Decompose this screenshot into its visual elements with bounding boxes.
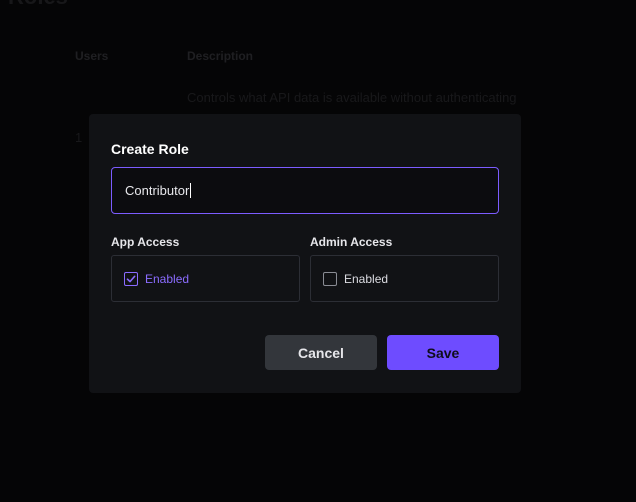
app-access-enabled-label: Enabled xyxy=(145,271,190,286)
admin-access-enabled-label: Enabled xyxy=(344,271,389,286)
admin-access-option[interactable]: Enabled xyxy=(310,255,499,302)
cancel-button[interactable]: Cancel xyxy=(265,335,377,370)
app-access-checkbox[interactable] xyxy=(124,271,138,286)
admin-access-label: Admin Access xyxy=(310,235,393,249)
role-name-value: Contributor xyxy=(125,183,190,198)
role-name-input[interactable]: Contributor xyxy=(111,167,499,214)
app-access-label: App Access xyxy=(111,235,180,249)
create-role-modal: Create Role Contributor App Access Enabl… xyxy=(89,114,521,393)
text-caret xyxy=(190,183,192,198)
app-access-option[interactable]: Enabled xyxy=(111,255,300,302)
admin-access-checkbox[interactable] xyxy=(323,271,337,286)
save-button[interactable]: Save xyxy=(387,335,499,370)
modal-title: Create Role xyxy=(111,141,189,157)
check-icon xyxy=(126,275,136,282)
